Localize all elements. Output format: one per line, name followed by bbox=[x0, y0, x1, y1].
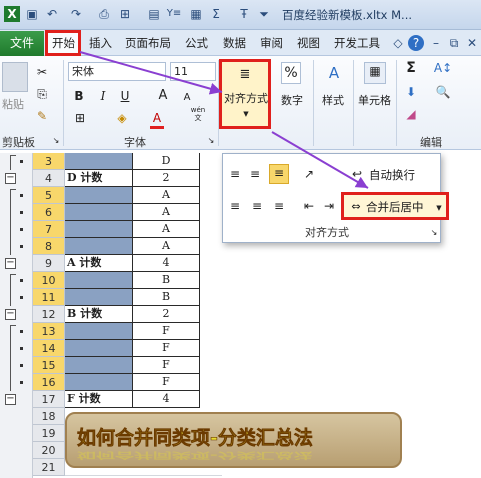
arrow-home-to-alignment bbox=[79, 51, 223, 95]
banner-reflection: 如何合并同类项-分类汇总法 bbox=[77, 450, 313, 460]
banner-text: 如何合并同类项-分类汇总法 bbox=[77, 426, 313, 449]
title-banner: 如何合并同类项-分类汇总法 如何合并同类项-分类汇总法 bbox=[65, 412, 402, 468]
excel-window: X ▣ ↶ ↷ ⎙ ⊞ ▤ Y≡ ▦ Σ Ŧ ⏷ 百度经验新模板.xltx M.… bbox=[0, 0, 481, 478]
banner-text-svg: 如何合并同类项-分类汇总法 如何合并同类项-分类汇总法 bbox=[77, 426, 313, 461]
arrow-alignment-to-merge bbox=[271, 131, 369, 189]
annotation-arrows bbox=[79, 51, 369, 189]
